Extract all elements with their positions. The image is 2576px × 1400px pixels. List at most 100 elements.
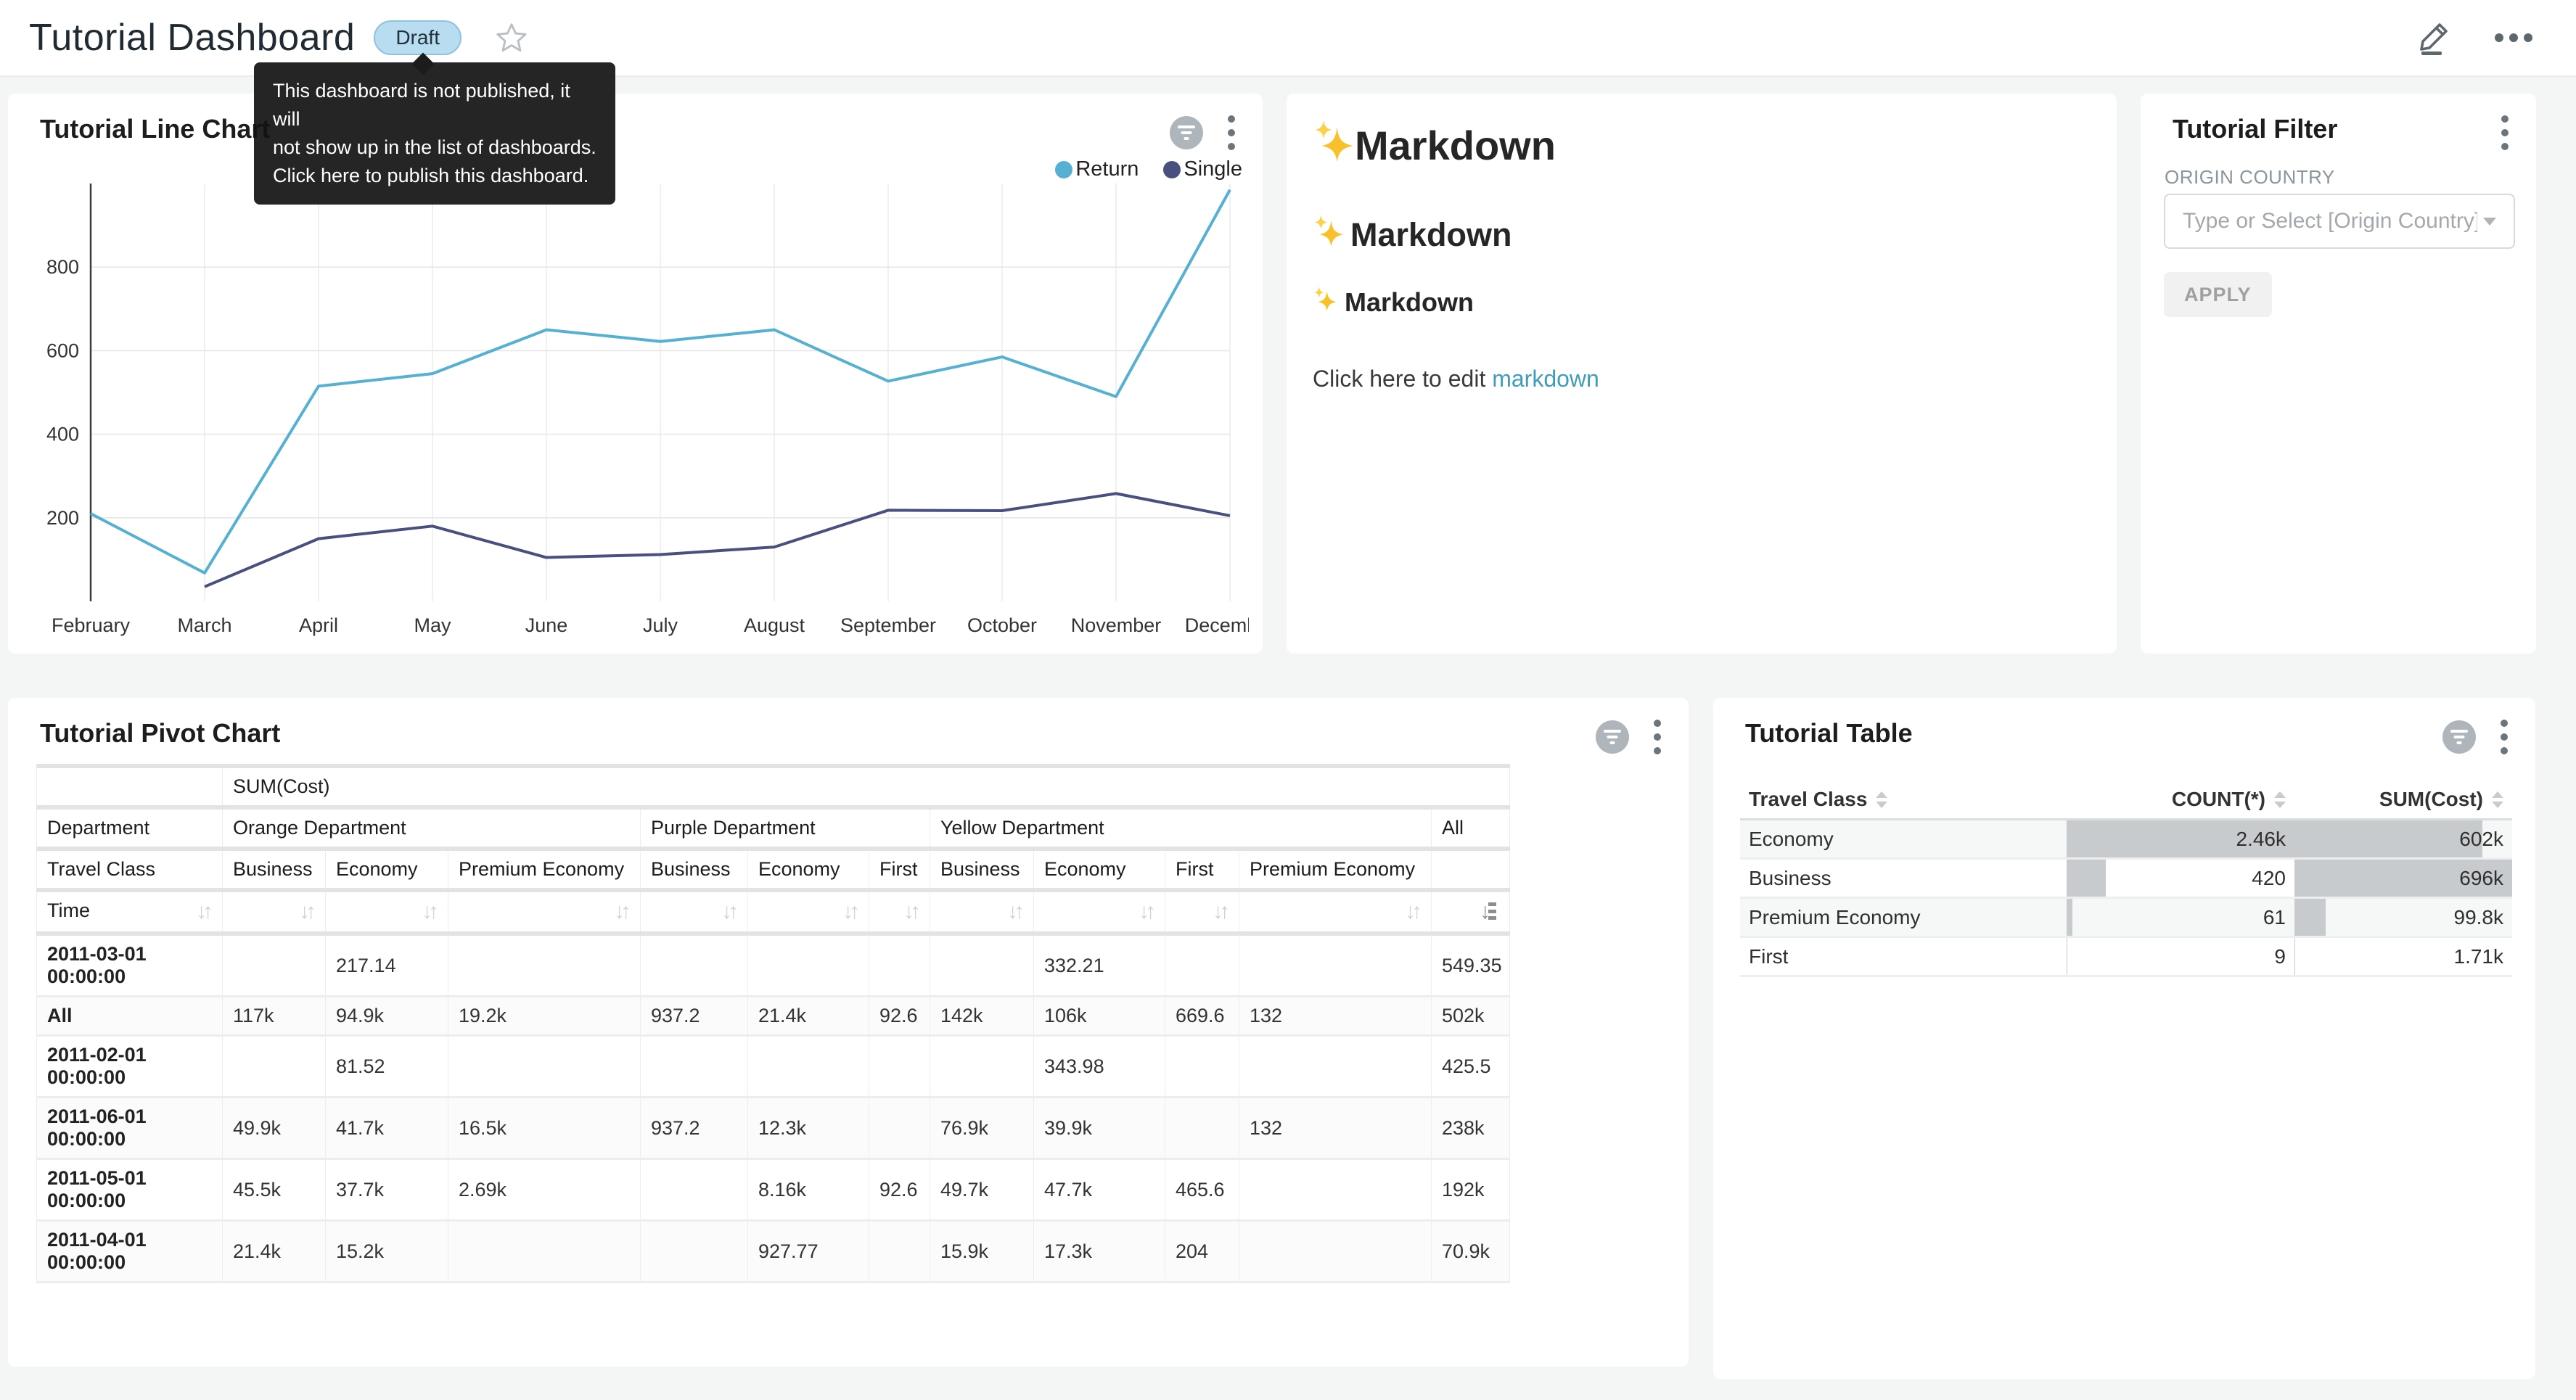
chart-menu-icon[interactable] (1225, 112, 1238, 153)
x-tick: February (52, 614, 131, 636)
pivot-cell: 49.9k (223, 1098, 326, 1159)
pivot-cell: 12.3k (748, 1098, 869, 1159)
table-col-header[interactable]: Travel Class (1740, 781, 2067, 820)
pivot-col-header (1432, 849, 1510, 890)
pivot-row-label: 2011-04-0100:00:00 (37, 1221, 223, 1282)
apply-button[interactable]: APPLY (2164, 272, 2272, 317)
pivot-cell (448, 1036, 641, 1098)
pivot-title: Tutorial Pivot Chart (40, 718, 280, 749)
pivot-cell: 425.5 (1432, 1036, 1510, 1098)
cell-bar (2067, 860, 2106, 897)
pivot-row-label: 2011-02-0100:00:00 (37, 1036, 223, 1098)
pivot-cell: 142k (930, 997, 1034, 1036)
sort-carets-icon[interactable] (1876, 791, 1887, 808)
pivot-col-header: Economy (1034, 849, 1165, 890)
pivot-cell: 132 (1239, 1098, 1432, 1159)
pivot-cell: 92.6 (869, 997, 930, 1036)
pivot-cell (930, 1036, 1034, 1098)
table-col-header[interactable]: SUM(Cost) (2294, 781, 2512, 820)
filter-menu-icon[interactable] (2498, 112, 2511, 153)
status-badge[interactable]: Draft (374, 20, 462, 55)
pivot-col-header: Business (641, 849, 748, 890)
pivot-cell: 81.52 (326, 1036, 448, 1098)
markdown-edit-link[interactable]: markdown (1492, 366, 1599, 392)
count-cell: 61 (2067, 898, 2294, 937)
pivot-cell (930, 934, 1034, 997)
table-row: Premium Economy 61 99.8k (1740, 898, 2512, 937)
table-menu-icon[interactable] (2498, 717, 2511, 757)
pivot-cell (641, 1159, 748, 1221)
pivot-row-label: All (37, 997, 223, 1036)
pivot-sort-row: Time↓↑↓↑↓↑↓↑↓↑↓↑↓↑↓↑↓↑↓↑↓↑↓ (37, 890, 1510, 934)
sort-icon[interactable]: ↓↑ (614, 899, 630, 924)
sort-carets-icon[interactable] (2274, 791, 2286, 808)
filter-indicator-icon[interactable] (2442, 720, 2476, 754)
cell-bar (2294, 938, 2295, 975)
sort-icon[interactable]: ↓↑ (299, 899, 315, 924)
pivot-cell: 37.7k (326, 1159, 448, 1221)
filter-title: Tutorial Filter (2173, 114, 2337, 144)
favorite-star-icon[interactable] (495, 21, 528, 54)
filter-indicator-icon[interactable] (1596, 720, 1629, 754)
pivot-cell: 549.35 (1432, 934, 1510, 997)
more-options-icon[interactable] (2493, 32, 2534, 44)
pivot-cell: 49.7k (930, 1159, 1034, 1221)
pivot-cell: 17.3k (1034, 1221, 1165, 1282)
pivot-cell: 927.77 (748, 1221, 869, 1282)
pivot-table: SUM(Cost)DepartmentOrange DepartmentPurp… (36, 764, 1510, 1283)
chevron-down-icon (2483, 218, 2496, 226)
pivot-cell (748, 934, 869, 997)
pivot-cell (1165, 934, 1239, 997)
pivot-row-label: 2011-05-0100:00:00 (37, 1159, 223, 1221)
cell-bar (2294, 820, 2482, 857)
page-title: Tutorial Dashboard (29, 16, 355, 59)
travel-class-cell: First (1740, 937, 2067, 976)
y-tick: 800 (46, 256, 79, 278)
sort-icon-active[interactable]: ↓ (1480, 899, 1499, 924)
pivot-cell: 47.7k (1034, 1159, 1165, 1221)
origin-country-select[interactable]: Type or Select [Origin Country] (2164, 194, 2515, 249)
pivot-cell: 238k (1432, 1098, 1510, 1159)
sort-icon[interactable]: ↓↑ (842, 899, 858, 924)
sort-icon[interactable]: ↓↑ (422, 899, 438, 924)
cell-bar (2067, 899, 2072, 936)
sort-icon[interactable]: ↓↑ (1139, 899, 1154, 924)
pivot-row: 2011-04-0100:00:0021.4k15.2k927.7715.9k1… (37, 1221, 1510, 1282)
pivot-row-label: 2011-03-0100:00:00 (37, 934, 223, 997)
pivot-row-label: 2011-06-0100:00:00 (37, 1098, 223, 1159)
pivot-class-row: Travel ClassBusinessEconomyPremium Econo… (37, 849, 1510, 890)
travel-class-cell: Premium Economy (1740, 898, 2067, 937)
sort-icon[interactable]: ↓↑ (196, 899, 212, 924)
pivot-row: 2011-02-0100:00:0081.52343.98425.5 (37, 1036, 1510, 1098)
sort-icon[interactable]: ↓↑ (1007, 899, 1023, 924)
count-cell: 2.46k (2067, 820, 2294, 859)
sort-carets-icon[interactable] (2492, 791, 2503, 808)
pivot-cell: 76.9k (930, 1098, 1034, 1159)
x-tick: August (744, 614, 805, 636)
line-chart-plot[interactable]: 200400600800FebruaryMarchAprilMayJuneJul… (21, 175, 1249, 643)
pivot-cell (1239, 934, 1432, 997)
pivot-cell: 217.14 (326, 934, 448, 997)
y-tick: 400 (46, 424, 79, 445)
pivot-col-header: Economy (748, 849, 869, 890)
pivot-menu-icon[interactable] (1651, 717, 1664, 757)
sort-icon[interactable]: ↓↑ (1405, 899, 1421, 924)
filter-indicator-icon[interactable] (1170, 116, 1203, 149)
sort-icon[interactable]: ↓↑ (903, 899, 919, 924)
chart-title-line: Tutorial Line Chart (40, 114, 270, 144)
pivot-col-header: First (869, 849, 930, 890)
markdown-h2: Markdown (1313, 215, 2091, 255)
pivot-cell (869, 1221, 930, 1282)
table-col-header[interactable]: COUNT(*) (2067, 781, 2294, 820)
x-tick: September (840, 614, 936, 636)
publish-tooltip[interactable]: This dashboard is not published, it will… (254, 62, 615, 205)
pivot-cell: 21.4k (748, 997, 869, 1036)
panel-markdown[interactable]: Markdown Markdown Markdown Click here to… (1287, 94, 2117, 654)
panel-pivot-chart: Tutorial Pivot Chart SUM(Cost)Department… (8, 698, 1689, 1367)
sort-icon[interactable]: ↓↑ (721, 899, 737, 924)
x-tick: July (643, 614, 678, 636)
pivot-cell: 41.7k (326, 1098, 448, 1159)
edit-dashboard-icon[interactable] (2415, 19, 2453, 57)
panel-filter: Tutorial Filter ORIGIN COUNTRY Type or S… (2141, 94, 2536, 654)
sort-icon[interactable]: ↓↑ (1213, 899, 1228, 924)
